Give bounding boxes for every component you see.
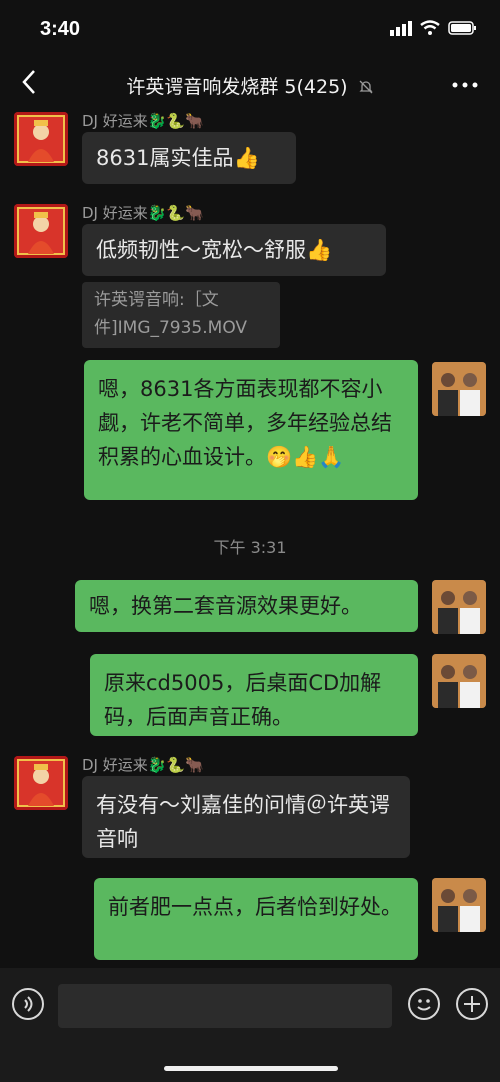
ellipsis-icon: [452, 82, 478, 88]
avatar[interactable]: [432, 654, 486, 708]
emoji-button[interactable]: [408, 988, 440, 1020]
user-avatar-image: [432, 878, 486, 932]
input-bar: [0, 968, 500, 1082]
user-avatar-image: [432, 580, 486, 634]
sender-name: DJ 好运来🐉🐍🐂: [82, 204, 204, 222]
battery-icon: [448, 21, 476, 35]
timestamp: 下午 3:31: [213, 538, 287, 557]
deity-avatar-image: [14, 756, 68, 810]
chat-header: 许英谔音响发烧群 5(425): [0, 60, 500, 110]
avatar[interactable]: [432, 580, 486, 634]
avatar[interactable]: [14, 112, 68, 166]
chat-messages: DJ 好运来🐉🐍🐂 8631属实佳品👍 DJ 好运来🐉🐍🐂 低频韧性～宽松～舒服…: [0, 110, 500, 968]
message-bubble[interactable]: 原来cd5005，后桌面CD加解码，后面声音正确。: [90, 654, 418, 736]
more-button[interactable]: [450, 70, 480, 100]
message-input[interactable]: [58, 984, 392, 1028]
chat-title-wrap: 许英谔音响发烧群 5(425): [0, 72, 500, 99]
wifi-icon: [420, 20, 440, 35]
plus-button[interactable]: [456, 988, 488, 1020]
home-indicator[interactable]: [164, 1066, 338, 1071]
sender-name: DJ 好运来🐉🐍🐂: [82, 756, 204, 774]
file-attachment[interactable]: 许英谔音响:［文件]IMG_7935.MOV: [82, 282, 280, 348]
sender-name: DJ 好运来🐉🐍🐂: [82, 112, 204, 130]
chat-title: 许英谔音响发烧群 5(425): [126, 76, 348, 98]
deity-avatar-image: [14, 112, 68, 166]
avatar[interactable]: [432, 362, 486, 416]
signal-icon: [390, 21, 412, 36]
user-avatar-image: [432, 362, 486, 416]
emoji-icon: [417, 999, 431, 1011]
message-bubble[interactable]: 有没有～刘嘉佳的问情＠许英谔音响: [82, 776, 410, 858]
message-bubble[interactable]: 低频韧性～宽松～舒服👍: [82, 224, 386, 276]
bell-slash-icon: [359, 80, 373, 94]
avatar[interactable]: [14, 204, 68, 258]
status-icons: [390, 20, 478, 36]
avatar[interactable]: [432, 878, 486, 932]
message-bubble[interactable]: 嗯，8631各方面表现都不容小觑，许老不简单，多年经验总结积累的心血设计。🤭👍🙏: [84, 360, 418, 500]
deity-avatar-image: [14, 204, 68, 258]
status-time: 3:40: [40, 18, 81, 40]
voice-icon: [24, 996, 33, 1012]
status-bar: 3:40: [0, 0, 500, 60]
user-avatar-image: [432, 654, 486, 708]
avatar[interactable]: [14, 756, 68, 810]
message-bubble[interactable]: 前者肥一点点，后者恰到好处。: [94, 878, 418, 960]
voice-button[interactable]: [12, 988, 44, 1020]
message-bubble[interactable]: 8631属实佳品👍: [82, 132, 296, 184]
plus-icon: [464, 996, 480, 1012]
message-bubble[interactable]: 嗯，换第二套音源效果更好。: [75, 580, 418, 632]
